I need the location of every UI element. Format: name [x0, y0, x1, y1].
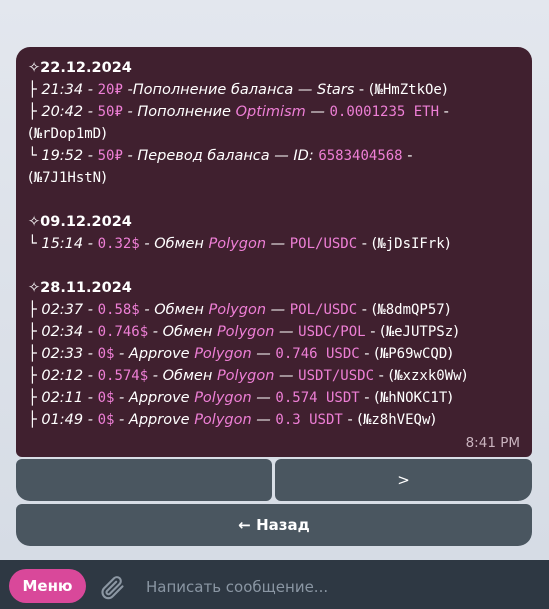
tx-ref-link[interactable]: №7J1HstN — [34, 170, 101, 186]
list-item: ├ 02:33 - 0$ - Approve Polygon — 0.746 U… — [28, 346, 453, 362]
tx-ref-link[interactable]: №HmZtkOe — [374, 82, 441, 98]
message-timestamp: 8:41 PM — [465, 435, 520, 451]
message-input[interactable]: Написать сообщение... — [146, 576, 526, 598]
paperclip-icon[interactable] — [98, 573, 126, 601]
back-button[interactable]: ← Назад — [16, 504, 532, 546]
list-item: ├ 02:37 - 0.58$ - Обмен Polygon — POL/US… — [28, 302, 451, 318]
tx-ref-link[interactable]: №rDop1mD — [34, 126, 101, 142]
list-item: ├ 01:49 - 0$ - Approve Polygon — 0.3 USD… — [28, 412, 437, 428]
list-item: ├ 02:34 - 0.746$ - Обмен Polygon — USDC/… — [28, 324, 459, 340]
list-item: ├ 21:34 - 20₽ -Пополнение баланса — Star… — [28, 82, 448, 98]
list-item: ├ 02:11 - 0$ - Approve Polygon — 0.574 U… — [28, 390, 453, 406]
tx-ref-link[interactable]: №z8hVEQw — [363, 412, 430, 428]
list-item: └ 15:14 - 0.32$ - Обмен Polygon — POL/US… — [28, 236, 451, 252]
tx-ref-link[interactable]: №8dmQP57 — [377, 302, 444, 318]
list-item: └ 19:52 - 50₽ - Перевод баланса — ID: 65… — [28, 148, 413, 164]
date-header: ✧09.12.2024 — [28, 214, 132, 230]
tx-ref-link[interactable]: №xzxk0Ww — [394, 368, 461, 384]
message-bubble: ✧22.12.2024 ├ 21:34 - 20₽ -Пополнение ба… — [16, 47, 532, 457]
keyboard-button-left[interactable] — [16, 459, 272, 501]
tx-ref-link[interactable]: №hNOKC1T — [380, 390, 447, 406]
menu-button[interactable]: Меню — [9, 569, 86, 603]
tx-ref-link[interactable]: №P69wCQD — [380, 346, 447, 362]
list-item: ├ 20:42 - 50₽ - Пополнение Optimism — 0.… — [28, 104, 449, 120]
tx-ref-link[interactable]: №eJUTPSz — [386, 324, 453, 340]
keyboard-button-next[interactable]: > — [275, 459, 532, 501]
list-item-wrap: (№7J1HstN) — [28, 170, 107, 186]
list-item: ├ 02:12 - 0.574$ - Обмен Polygon — USDT/… — [28, 368, 468, 384]
date-header: ✧22.12.2024 — [28, 60, 132, 76]
tx-ref-link[interactable]: №jDsIFrk — [377, 236, 444, 252]
date-header: ✧28.11.2024 — [28, 280, 132, 296]
list-item-wrap: (№rDop1mD) — [28, 126, 107, 142]
